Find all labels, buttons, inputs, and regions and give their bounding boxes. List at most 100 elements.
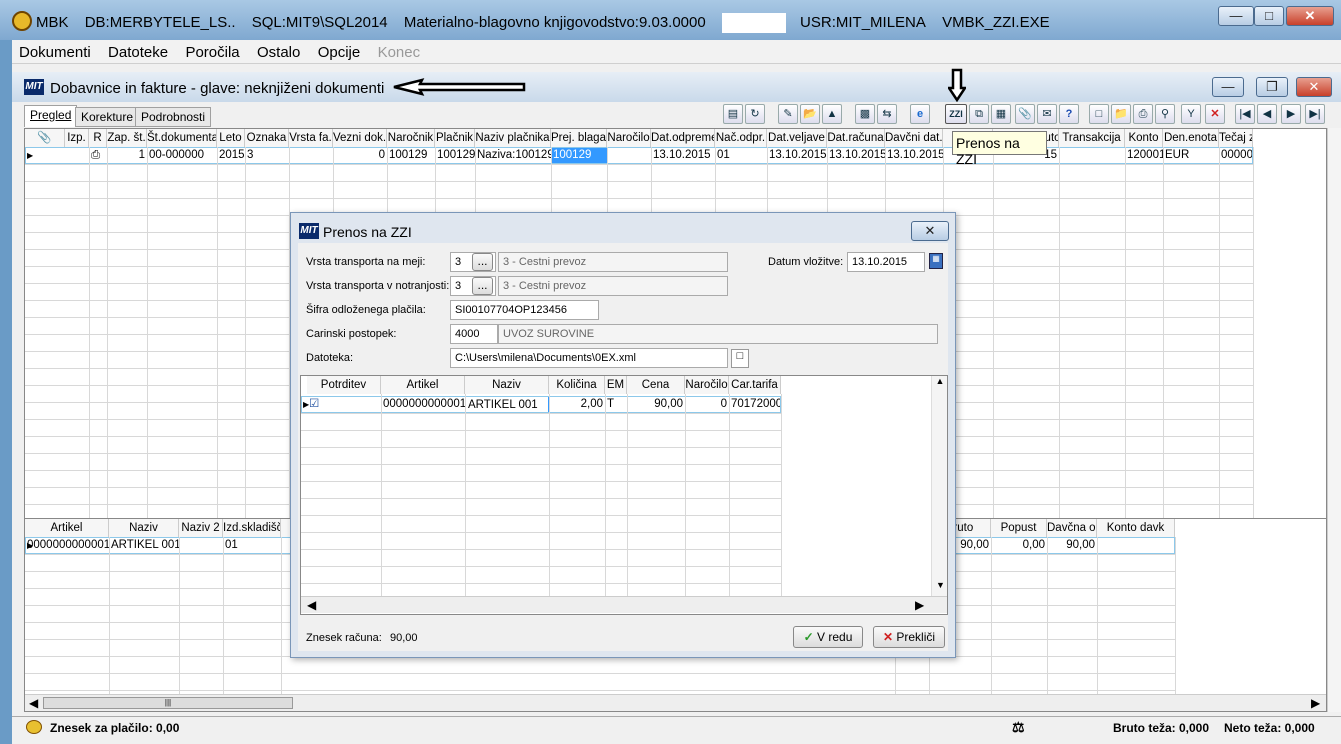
close-button[interactable]: ✕ [1286, 6, 1334, 26]
maximize-button[interactable]: □ [1254, 6, 1284, 26]
doc-cell[interactable]: 13.10.2015 [767, 147, 827, 164]
dlg-vscroll[interactable]: ▲ ▼ [931, 376, 947, 596]
tab-podrobnosti[interactable]: Podrobnosti [135, 107, 212, 127]
bottom-grid-hscroll[interactable]: ◀ ||| ▶ [25, 694, 1326, 711]
doc-cell[interactable] [289, 147, 333, 164]
zzi-item-header[interactable]: Potrditev [307, 376, 381, 394]
doc-header[interactable]: Št.dokumenta [147, 129, 217, 147]
tab-korekture[interactable]: Korekture [75, 107, 140, 127]
toolbar-folder-icon[interactable]: 📁 [1111, 104, 1131, 124]
dialog-close-button[interactable]: ✕ [911, 221, 949, 241]
doc-header[interactable]: Leto [217, 129, 245, 147]
item-header[interactable]: Davčna osnova [1047, 519, 1097, 537]
doc-header[interactable]: Naziv plačnika [475, 129, 551, 147]
doc-cell[interactable]: 13.10.2015 [651, 147, 715, 164]
item-cell[interactable] [1097, 537, 1175, 554]
doc-header[interactable]: Dat.odpreme [651, 129, 715, 147]
scroll-thumb-bottom[interactable]: ||| [43, 697, 293, 709]
toolbar-new-icon[interactable]: □ [1089, 104, 1109, 124]
calendar-icon[interactable]: ▦ [929, 253, 943, 269]
mdi-close-button[interactable]: ✕ [1296, 77, 1332, 97]
doc-header[interactable]: Dat.računa [827, 129, 885, 147]
nav-prev-icon[interactable]: ◀ [1257, 104, 1277, 124]
nav-first-icon[interactable]: |◀ [1235, 104, 1255, 124]
doc-cell[interactable]: 13.10.2015 [827, 147, 885, 164]
menu-opcije[interactable]: Opcije [311, 40, 368, 61]
doc-header[interactable]: Izp. [65, 129, 89, 147]
toolbar-help-icon[interactable]: ? [1059, 104, 1079, 124]
zzi-item-cell[interactable]: 0 [685, 396, 729, 413]
doc-cell[interactable]: 1 [107, 147, 147, 164]
doc-header[interactable]: Prej. blaga [551, 129, 607, 147]
zzi-item-cell[interactable]: ARTIKEL 001 [465, 396, 549, 413]
item-cell[interactable]: 01 [223, 537, 281, 554]
doc-cell[interactable]: 3 [245, 147, 289, 164]
toolbar-message-icon[interactable]: ✉ [1037, 104, 1057, 124]
item-header[interactable]: Popust [991, 519, 1047, 537]
doc-header[interactable]: Zap. št. [107, 129, 147, 147]
nav-next-icon[interactable]: ▶ [1281, 104, 1301, 124]
toolbar-print-preview-icon[interactable]: ▩ [855, 104, 875, 124]
item-cell[interactable]: 0,00 [991, 537, 1047, 554]
transport-inland-lookup-button[interactable]: ... [472, 277, 493, 295]
toolbar-delete-icon[interactable]: ✕ [1205, 104, 1225, 124]
toolbar-transfer-icon[interactable]: ⇆ [877, 104, 897, 124]
doc-header[interactable]: Konto [1125, 129, 1163, 147]
doc-header[interactable]: Tečaj z [1219, 129, 1253, 147]
toolbar-list-icon[interactable]: ▤ [723, 104, 743, 124]
zzi-item-header[interactable]: Naziv [465, 376, 549, 394]
zzi-item-cell[interactable]: 70172000 [729, 396, 781, 413]
zzi-item-header[interactable]: Količina [549, 376, 605, 394]
zzi-item-header[interactable]: Naročilo [685, 376, 729, 394]
tab-pregled[interactable]: Pregled [24, 105, 78, 127]
doc-cell[interactable] [607, 147, 651, 164]
item-cell[interactable] [179, 537, 223, 554]
file-path-field[interactable]: C:\Users\milena\Documents\0EX.xml [450, 348, 728, 368]
minimize-button[interactable]: — [1218, 6, 1254, 26]
toolbar-search-icon[interactable]: ⚲ [1155, 104, 1175, 124]
doc-header[interactable]: Oznaka [245, 129, 289, 147]
doc-cell[interactable]: 100129 [387, 147, 435, 164]
toolbar-zzi-button[interactable]: ZZI [945, 104, 967, 124]
mdi-minimize-button[interactable]: — [1212, 77, 1244, 97]
file-browse-icon[interactable]: □ [731, 349, 749, 368]
item-header[interactable]: Artikel [25, 519, 109, 537]
item-header[interactable]: Konto davk [1097, 519, 1175, 537]
ok-button[interactable]: ✓ V redu [793, 626, 863, 648]
doc-header[interactable]: Vezni dok. [333, 129, 387, 147]
mdi-restore-button[interactable]: ❐ [1256, 77, 1288, 97]
menu-datoteke[interactable]: Datoteke [101, 40, 175, 61]
menu-ostalo[interactable]: Ostalo [250, 40, 307, 61]
zzi-item-cell[interactable]: T [605, 396, 627, 413]
toolbar-open-icon[interactable]: 📂 [800, 104, 820, 124]
item-header[interactable]: Izd.skladišče [223, 519, 281, 537]
toolbar-archive-icon[interactable]: ▦ [991, 104, 1011, 124]
toolbar-bell-icon[interactable]: ▲ [822, 104, 842, 124]
item-header[interactable]: Naziv [109, 519, 179, 537]
doc-header[interactable]: Davčni dat. [885, 129, 943, 147]
toolbar-ie-icon[interactable]: e [910, 104, 930, 124]
toolbar-printer-icon[interactable]: ⎙ [1133, 104, 1153, 124]
doc-cell[interactable] [1059, 147, 1125, 164]
doc-cell[interactable]: 100129 [435, 147, 475, 164]
zzi-item-header[interactable]: EM [605, 376, 627, 394]
doc-header[interactable]: Plačnik [435, 129, 475, 147]
item-header[interactable]: Naziv 2 [179, 519, 223, 537]
doc-cell[interactable]: 00-000000 [147, 147, 217, 164]
zzi-item-cell[interactable]: ☑ [307, 396, 381, 413]
doc-cell[interactable]: 13.10.2015 [885, 147, 943, 164]
zzi-item-cell[interactable]: 90,00 [627, 396, 685, 413]
doc-cell[interactable]: 120001 [1125, 147, 1163, 164]
zzi-item-header[interactable]: Car.tarifa [729, 376, 781, 394]
toolbar-edit-icon[interactable]: ✎ [778, 104, 798, 124]
doc-header[interactable]: Naročilo [607, 129, 651, 147]
toolbar-filter-icon[interactable]: Y [1181, 104, 1201, 124]
zzi-item-header[interactable]: Artikel [381, 376, 465, 394]
date-field[interactable]: 13.10.2015 [847, 252, 925, 272]
doc-cell[interactable]: 000000 [1219, 147, 1253, 164]
deferred-payment-field[interactable]: SI00107704OP123456 [450, 300, 599, 320]
toolbar-attach-icon[interactable]: 📎 [1015, 104, 1035, 124]
doc-cell[interactable] [65, 147, 89, 164]
item-cell[interactable]: 90,00 [1047, 537, 1097, 554]
doc-header[interactable]: Vrsta fa. [289, 129, 333, 147]
